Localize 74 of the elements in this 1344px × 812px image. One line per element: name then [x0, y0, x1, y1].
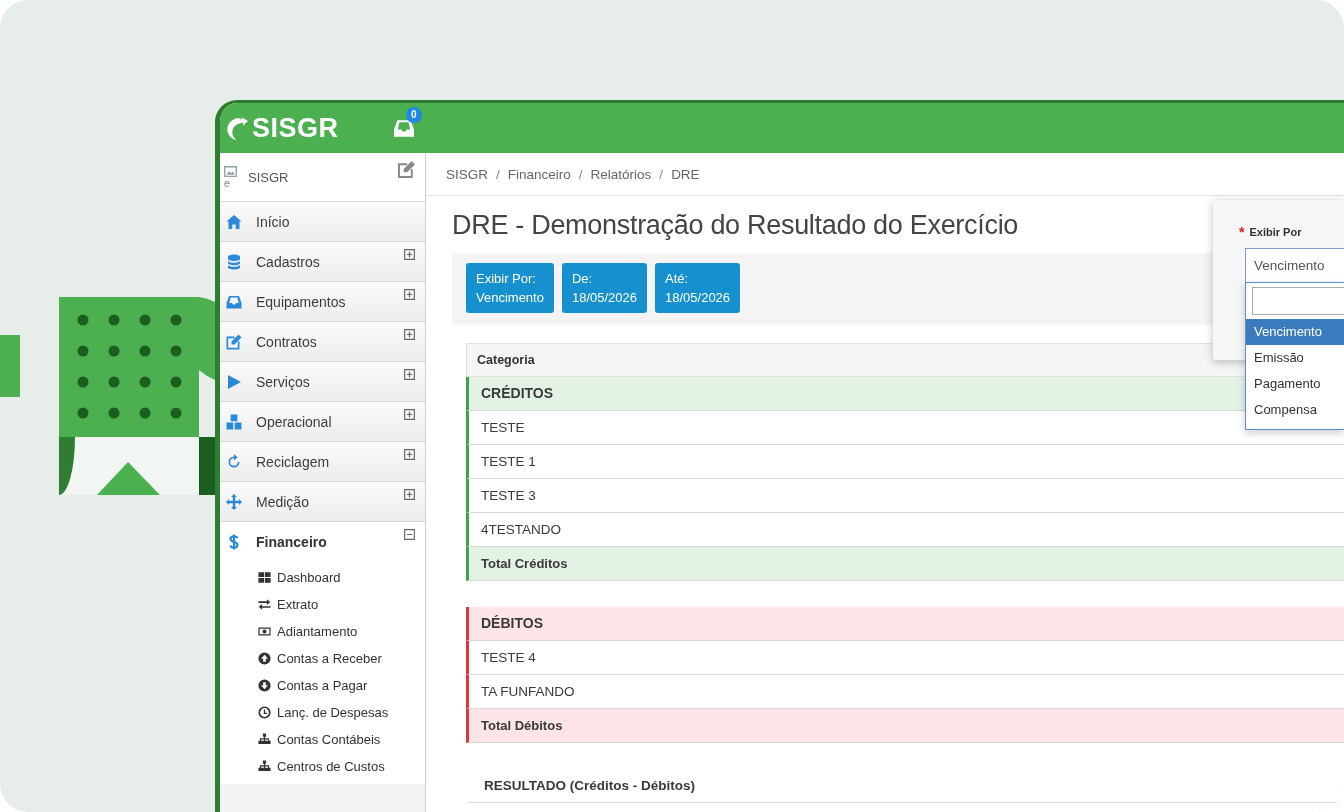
- dropdown-option[interactable]: Compensa: [1246, 397, 1344, 423]
- expand-icon[interactable]: [404, 329, 415, 340]
- edit-icon[interactable]: [398, 161, 415, 178]
- expand-icon[interactable]: [404, 489, 415, 500]
- sidebar-subitem[interactable]: Dashboard: [220, 564, 425, 591]
- field-label: Exibir Por: [1249, 226, 1302, 238]
- sidebar-subitem[interactable]: Contas a Receber: [220, 645, 425, 672]
- sidebar-subitem[interactable]: Adiantamento: [220, 618, 425, 645]
- inbox-icon[interactable]: [394, 119, 414, 137]
- home-icon: [226, 213, 242, 230]
- sidebar-subitem[interactable]: Contas Contábeis: [220, 726, 425, 753]
- breadcrumb-link[interactable]: Relatórios: [590, 166, 652, 182]
- user-name: SISGR: [248, 169, 290, 185]
- expand-icon[interactable]: [404, 289, 415, 300]
- filter-button[interactable]: Até: 18/05/2026: [655, 263, 741, 313]
- dropdown-option[interactable]: Emissão: [1246, 345, 1344, 371]
- cubes-icon: [226, 413, 242, 430]
- category-cell: TESTE 3: [466, 479, 1344, 513]
- database-icon: [226, 253, 242, 270]
- expand-icon[interactable]: [404, 249, 415, 260]
- logo-icon: [226, 116, 248, 140]
- category-cell: TESTE 1: [466, 445, 1344, 479]
- grid-icon: [258, 571, 271, 584]
- dropdown-option[interactable]: Vencimento: [1246, 319, 1344, 345]
- edit-icon: [226, 333, 242, 350]
- tray-icon: [226, 293, 242, 310]
- sidebar-item[interactable]: Operacional: [220, 402, 425, 442]
- avatar-alt-text: e: [224, 176, 231, 189]
- page-title: DRE - Demonstração do Resultado do Exercício: [452, 210, 1019, 241]
- search-field[interactable]: [1252, 287, 1344, 315]
- filter-button[interactable]: De: 18/05/2026: [561, 263, 647, 313]
- result-cell: RESULTADO (Créditos - Débitos): [466, 769, 1344, 803]
- filter-button[interactable]: Exibir Por: Vencimento: [466, 263, 554, 313]
- breadcrumb-separator: /: [496, 166, 500, 182]
- expand-icon[interactable]: [404, 409, 415, 420]
- sitemap-icon: [258, 733, 271, 746]
- category-cell: TESTE 4: [466, 641, 1344, 675]
- total-cell: Total Débitos: [466, 709, 1344, 743]
- expand-icon[interactable]: [404, 369, 415, 380]
- section-heading-cell: DÉBITOS: [466, 607, 1344, 641]
- sidebar-item[interactable]: Contratos: [220, 322, 425, 362]
- dropdown-option[interactable]: Pagamento: [1246, 371, 1344, 397]
- sidebar-subitem[interactable]: Contas a Pagar: [220, 672, 425, 699]
- broken-image-icon: [224, 165, 237, 177]
- sidebar-subitem[interactable]: Extrato: [220, 591, 425, 618]
- sidebar-item[interactable]: Início: [220, 202, 425, 242]
- play-icon: [226, 373, 242, 390]
- sitemap-icon: [258, 760, 271, 773]
- breadcrumb-link[interactable]: Financeiro: [507, 166, 571, 182]
- breadcrumb-separator: /: [659, 166, 664, 182]
- expand-icon[interactable]: [404, 449, 415, 460]
- breadcrumb-link[interactable]: SISGR: [446, 166, 488, 182]
- breadcrumb-separator: /: [578, 166, 583, 182]
- sidebar-item[interactable]: Cadastros: [220, 242, 425, 282]
- notification-badge: 0: [406, 106, 422, 123]
- sidebar-subitem[interactable]: Lanç. de Despesas: [220, 699, 425, 726]
- sidebar-item[interactable]: Serviços: [220, 362, 425, 402]
- logo-text: SISGR: [252, 112, 339, 144]
- collapse-icon[interactable]: [404, 529, 415, 540]
- sidebar-item[interactable]: Equipamentos: [220, 282, 425, 322]
- banknote-icon: [258, 625, 271, 638]
- clock-icon: [258, 706, 271, 719]
- arrows-icon: [226, 493, 242, 510]
- sidebar-item[interactable]: Reciclagem: [220, 442, 425, 482]
- dollar-icon: [226, 534, 242, 550]
- required-mark: *: [1239, 224, 1245, 240]
- sidebar-subitem[interactable]: Centros de Custos: [220, 753, 425, 780]
- sidebar-item[interactable]: Medição: [220, 482, 425, 522]
- exchange-icon: [258, 598, 271, 611]
- select-field[interactable]: Vencimento: [1245, 248, 1344, 284]
- total-cell: Total Créditos: [466, 547, 1344, 581]
- sidebar-item[interactable]: Financeiro: [220, 522, 425, 562]
- recycle-icon: [226, 453, 242, 470]
- breadcrumb-link[interactable]: DRE: [671, 166, 700, 182]
